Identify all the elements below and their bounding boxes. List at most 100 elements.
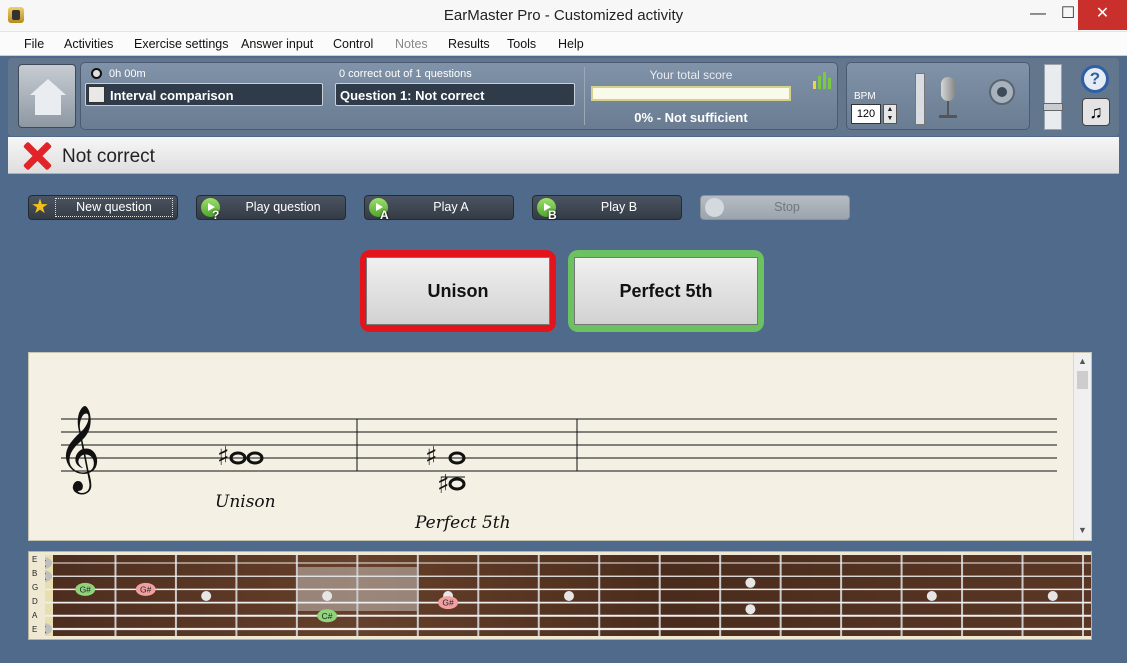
note-marker: G# [135, 582, 156, 596]
midi-icon[interactable] [989, 79, 1015, 105]
menu-help[interactable]: Help [558, 37, 584, 51]
home-button[interactable] [18, 64, 76, 128]
bpm-stepper[interactable]: ▲ ▼ [883, 104, 897, 124]
tempo-slider[interactable] [915, 73, 925, 125]
answer-unison-button[interactable]: Unison [360, 250, 556, 332]
score-count: 0 correct out of 1 questions [339, 68, 472, 80]
fretboard-drawing: XXXG#G#C#G# [45, 555, 1091, 636]
play-a-label: Play A [433, 200, 469, 214]
score-result: 0% - Not sufficient [634, 110, 748, 125]
inlay-dot [745, 577, 756, 588]
stop-icon [705, 198, 724, 217]
unison-notes: ♯ [217, 442, 264, 472]
question-status: Question 1: Not correct [340, 88, 485, 103]
toolbar: 0h 00m Interval comparison 0 correct out… [8, 58, 1119, 136]
play-question-label: Play question [245, 200, 321, 214]
statistics-icon[interactable] [813, 69, 831, 89]
bpm-label: BPM [854, 91, 876, 102]
play-icon: ? [201, 198, 220, 222]
bpm-input[interactable]: 120 [851, 104, 881, 124]
volume-slider[interactable] [1043, 64, 1063, 130]
play-b-button[interactable]: B Play B [532, 195, 682, 222]
scroll-thumb[interactable] [1077, 371, 1088, 389]
score-scrollbar[interactable]: ▲ ▼ [1073, 353, 1091, 540]
staff: 𝄞 ♯ ♯ ♯ Unison Perfect 5th [57, 405, 1057, 533]
menu-results[interactable]: Results [448, 37, 490, 51]
stop-label: Stop [774, 200, 800, 214]
incorrect-icon [20, 139, 54, 173]
volume-thumb[interactable] [1043, 103, 1063, 111]
elapsed-time: 0h 00m [109, 68, 146, 80]
menu-file[interactable]: File [24, 37, 44, 51]
note-marker: G# [75, 582, 96, 596]
scroll-up-icon[interactable]: ▲ [1074, 356, 1091, 366]
menu-tools[interactable]: Tools [507, 37, 536, 51]
activity-field: Interval comparison [85, 83, 323, 106]
music-note-icon [88, 86, 105, 103]
divider [584, 67, 585, 125]
menu-control[interactable]: Control [333, 37, 373, 51]
answer-status-bar: Not correct [8, 137, 1119, 174]
svg-text:♯: ♯ [217, 442, 230, 472]
tempo-panel: BPM 120 ▲ ▼ [846, 62, 1030, 130]
inlay-dot [564, 591, 574, 601]
menu-answer-input[interactable]: Answer input [241, 37, 313, 51]
play-icon: B [537, 198, 557, 222]
close-button[interactable]: ✕ [1078, 0, 1127, 30]
total-score-label: Your total score [649, 68, 733, 82]
menu-activities[interactable]: Activities [64, 37, 113, 51]
answer-unison-label: Unison [366, 257, 550, 325]
svg-text:G#: G# [80, 584, 92, 594]
answer-status-text: Not correct [62, 146, 155, 167]
answer-perfect-fifth-button[interactable]: Perfect 5th [568, 250, 764, 332]
note-marker: G# [438, 596, 459, 610]
bpm-down-icon[interactable]: ▼ [884, 114, 896, 123]
score-sheet: 𝄞 ♯ ♯ ♯ Unison Perfect 5th ▲ ▼ [28, 352, 1092, 541]
menu-notes[interactable]: Notes [395, 37, 428, 51]
home-icon [30, 79, 66, 95]
star-icon: ★ [31, 196, 49, 218]
svg-text:G#: G# [442, 598, 454, 608]
menu-exercise-settings[interactable]: Exercise settings [134, 37, 228, 51]
bpm-up-icon[interactable]: ▲ [884, 105, 896, 114]
inlay-dot [1047, 591, 1058, 601]
new-question-label: New question [55, 198, 173, 217]
inlay-dot [926, 591, 937, 601]
string-label: B [32, 569, 38, 578]
svg-text:♯: ♯ [425, 442, 438, 472]
title-bar: EarMaster Pro - Customized activity — ☐ … [0, 0, 1127, 32]
svg-text:♯: ♯ [437, 470, 450, 500]
play-question-button[interactable]: ? Play question [196, 195, 346, 222]
string-label: E [32, 555, 38, 564]
string-label: E [32, 625, 38, 634]
guitar-fretboard-panel: E B G D A E XXXG#G#C#G# [28, 551, 1092, 640]
notation-settings-icon[interactable]: ♫ [1082, 98, 1110, 126]
string-label: G [32, 583, 39, 592]
question-field: Question 1: Not correct [335, 83, 575, 106]
svg-text:C#: C# [322, 611, 333, 621]
scroll-down-icon[interactable]: ▼ [1074, 525, 1091, 535]
interval-label-fifth: Perfect 5th [414, 513, 511, 533]
string-label: A [32, 611, 38, 620]
clock-icon [91, 68, 102, 79]
play-a-button[interactable]: A Play A [364, 195, 514, 222]
menu-bar: File Activities Exercise settings Answer… [0, 32, 1127, 56]
microphone-icon[interactable] [933, 77, 963, 125]
activity-name: Interval comparison [110, 88, 234, 103]
inlay-dot [745, 604, 756, 615]
session-info-panel: 0h 00m Interval comparison 0 correct out… [80, 62, 838, 130]
fretboard[interactable]: XXXG#G#C#G# [45, 555, 1091, 636]
svg-text:G#: G# [140, 584, 152, 594]
stop-button[interactable]: Stop [700, 195, 850, 220]
inlay-dot [322, 591, 333, 601]
score-progress-bar [591, 86, 791, 101]
new-question-button[interactable]: ★ New question [28, 195, 178, 220]
inlay-dot [201, 591, 212, 601]
interval-label-unison: Unison [215, 492, 276, 512]
treble-clef-icon: 𝄞 [57, 405, 101, 495]
note-marker: C# [317, 609, 338, 623]
answer-perfect-fifth-label: Perfect 5th [574, 257, 758, 325]
string-label: D [32, 597, 38, 606]
help-icon[interactable]: ? [1081, 65, 1109, 93]
play-b-label: Play B [600, 200, 638, 214]
